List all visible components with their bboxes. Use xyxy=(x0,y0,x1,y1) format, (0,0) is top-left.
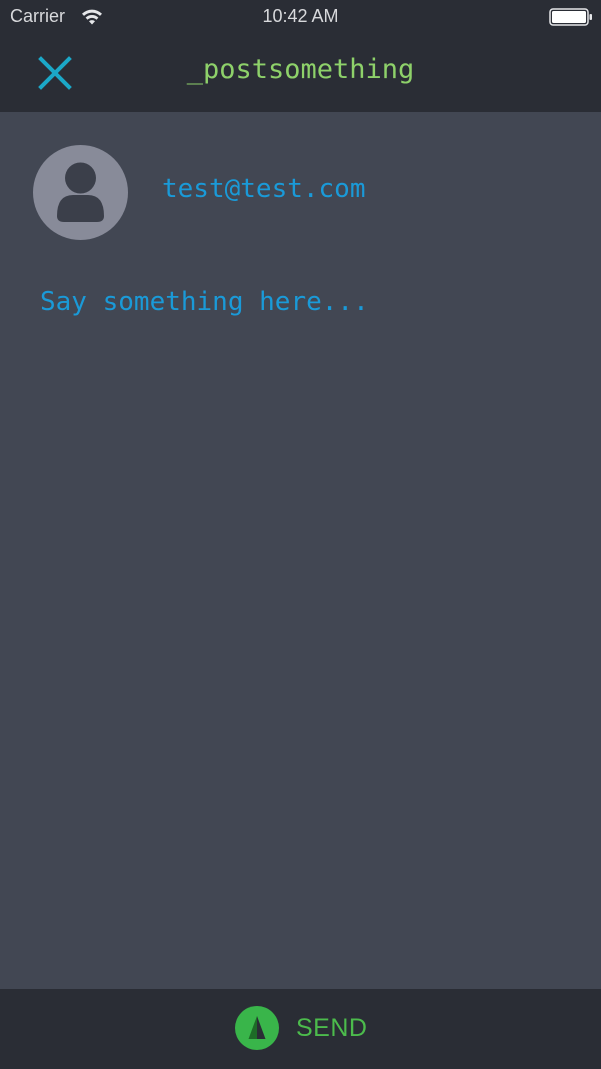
bottom-bar: SEND xyxy=(0,989,601,1069)
send-label: SEND xyxy=(296,1013,368,1042)
top-bar: Carrier 10:42 AM _postsomething xyxy=(0,0,601,112)
person-icon xyxy=(57,162,104,222)
send-button[interactable]: SEND xyxy=(234,1005,367,1051)
send-arrow-icon xyxy=(235,1006,279,1050)
status-bar: Carrier 10:42 AM xyxy=(0,0,601,34)
battery-full-icon xyxy=(549,8,592,26)
post-text-input[interactable] xyxy=(40,280,570,960)
page-title: _postsomething xyxy=(186,54,415,85)
status-time: 10:42 AM xyxy=(262,6,339,26)
avatar xyxy=(33,145,128,240)
post-composer-screen: Carrier 10:42 AM _postsomething test@tes… xyxy=(0,0,601,1069)
user-email: test@test.com xyxy=(162,174,366,204)
nav-bar: _postsomething xyxy=(0,34,601,112)
